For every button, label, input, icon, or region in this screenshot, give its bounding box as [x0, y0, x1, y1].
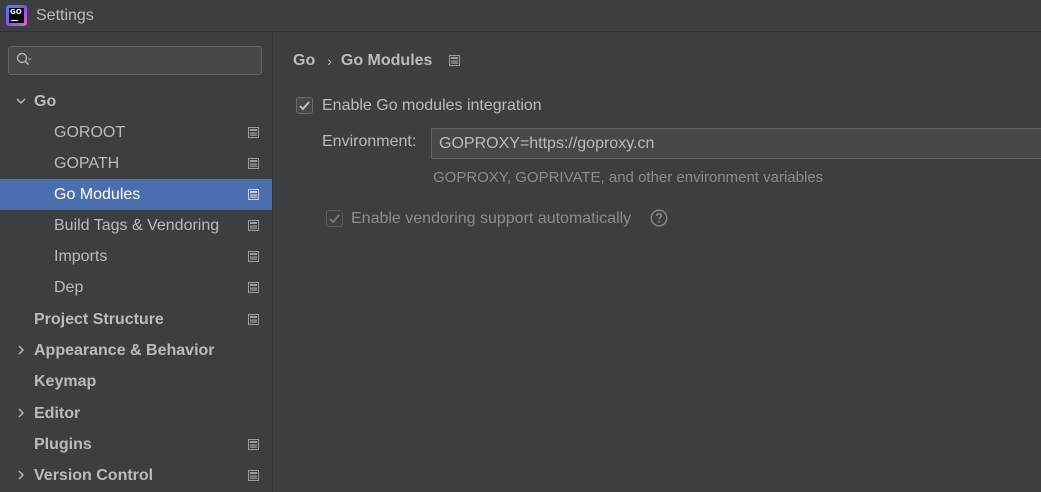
search-icon[interactable]: [16, 52, 32, 68]
chevron-right-icon[interactable]: [16, 345, 26, 355]
project-settings-icon: [248, 470, 259, 481]
sidebar-item-label: Keymap: [34, 373, 97, 390]
breadcrumb-separator-icon: ›: [327, 53, 332, 69]
breadcrumb-current: Go Modules: [340, 52, 433, 69]
environment-hint: GOPROXY, GOPRIVATE, and other environmen…: [433, 169, 824, 186]
sidebar-item-label: Editor: [34, 405, 81, 422]
sidebar-item-dep[interactable]: Dep: [0, 272, 272, 303]
sidebar-item-project-structure[interactable]: Project Structure: [0, 304, 272, 335]
sidebar-item-label: GOPATH: [54, 155, 120, 172]
sidebar-item-label: Go: [34, 93, 57, 110]
chevron-down-icon[interactable]: [16, 96, 26, 106]
sidebar-item-goroot[interactable]: GOROOT: [0, 117, 272, 148]
sidebar-item-label: GOROOT: [54, 124, 126, 141]
environment-field[interactable]: [431, 128, 1041, 159]
help-icon[interactable]: [650, 209, 668, 227]
sidebar-item-editor[interactable]: Editor: [0, 398, 272, 429]
sidebar-item-label: Dep: [54, 279, 84, 296]
goland-app-icon: GO: [6, 5, 27, 26]
sidebar-item-go-modules[interactable]: Go Modules: [0, 179, 272, 210]
enable-modules-checkbox[interactable]: [296, 97, 313, 114]
sidebar-item-appearance-behavior[interactable]: Appearance & Behavior: [0, 335, 272, 366]
enable-vendoring-label: Enable vendoring support automatically: [351, 210, 632, 227]
sidebar-item-label: Appearance & Behavior: [34, 342, 215, 359]
title-bar: GO Settings: [0, 0, 1041, 32]
sidebar-item-go[interactable]: Go: [0, 86, 272, 117]
settings-sidebar: Go GOROOT GOPATH Go Modules Build Tags &…: [0, 33, 272, 492]
sidebar-item-label: Go Modules: [54, 186, 141, 203]
settings-content: Go › Go Modules Enable Go modules integrat…: [273, 33, 1041, 492]
sidebar-item-label: Plugins: [34, 436, 92, 453]
project-settings-icon: [248, 158, 259, 169]
project-settings-icon: [248, 439, 259, 450]
search-box[interactable]: [8, 46, 262, 75]
sidebar-item-label: Imports: [54, 248, 108, 265]
project-settings-icon: [248, 282, 259, 293]
enable-vendoring-checkbox[interactable]: [326, 210, 343, 227]
breadcrumb-parent[interactable]: Go: [293, 52, 315, 70]
chevron-right-icon[interactable]: [16, 408, 26, 418]
sidebar-item-build-tags[interactable]: Build Tags & Vendoring: [0, 210, 272, 241]
sidebar-item-keymap[interactable]: Keymap: [0, 366, 272, 397]
sidebar-item-version-control[interactable]: Version Control: [0, 460, 272, 491]
sidebar-item-plugins[interactable]: Plugins: [0, 429, 272, 460]
project-settings-icon: [248, 127, 259, 138]
sidebar-item-label: Project Structure: [34, 311, 164, 328]
environment-label: Environment:: [322, 133, 417, 150]
chevron-right-icon[interactable]: [16, 470, 26, 480]
sidebar-item-gopath[interactable]: GOPATH: [0, 148, 272, 179]
project-settings-icon: [248, 251, 259, 262]
enable-modules-label[interactable]: Enable Go modules integration: [322, 97, 542, 115]
checkmark-icon: [329, 214, 340, 224]
project-settings-icon: [248, 314, 259, 325]
sidebar-item-label: Build Tags & Vendoring: [54, 217, 220, 234]
project-settings-icon: [248, 220, 259, 231]
sidebar-item-imports[interactable]: Imports: [0, 241, 272, 272]
breadcrumb: Go › Go Modules: [293, 52, 461, 70]
project-settings-icon: [449, 54, 461, 66]
sidebar-item-label: Version Control: [34, 467, 154, 484]
search-input[interactable]: [39, 49, 257, 72]
checkmark-icon: [299, 101, 310, 111]
window-title: Settings: [36, 7, 94, 24]
project-settings-icon: [248, 189, 259, 200]
